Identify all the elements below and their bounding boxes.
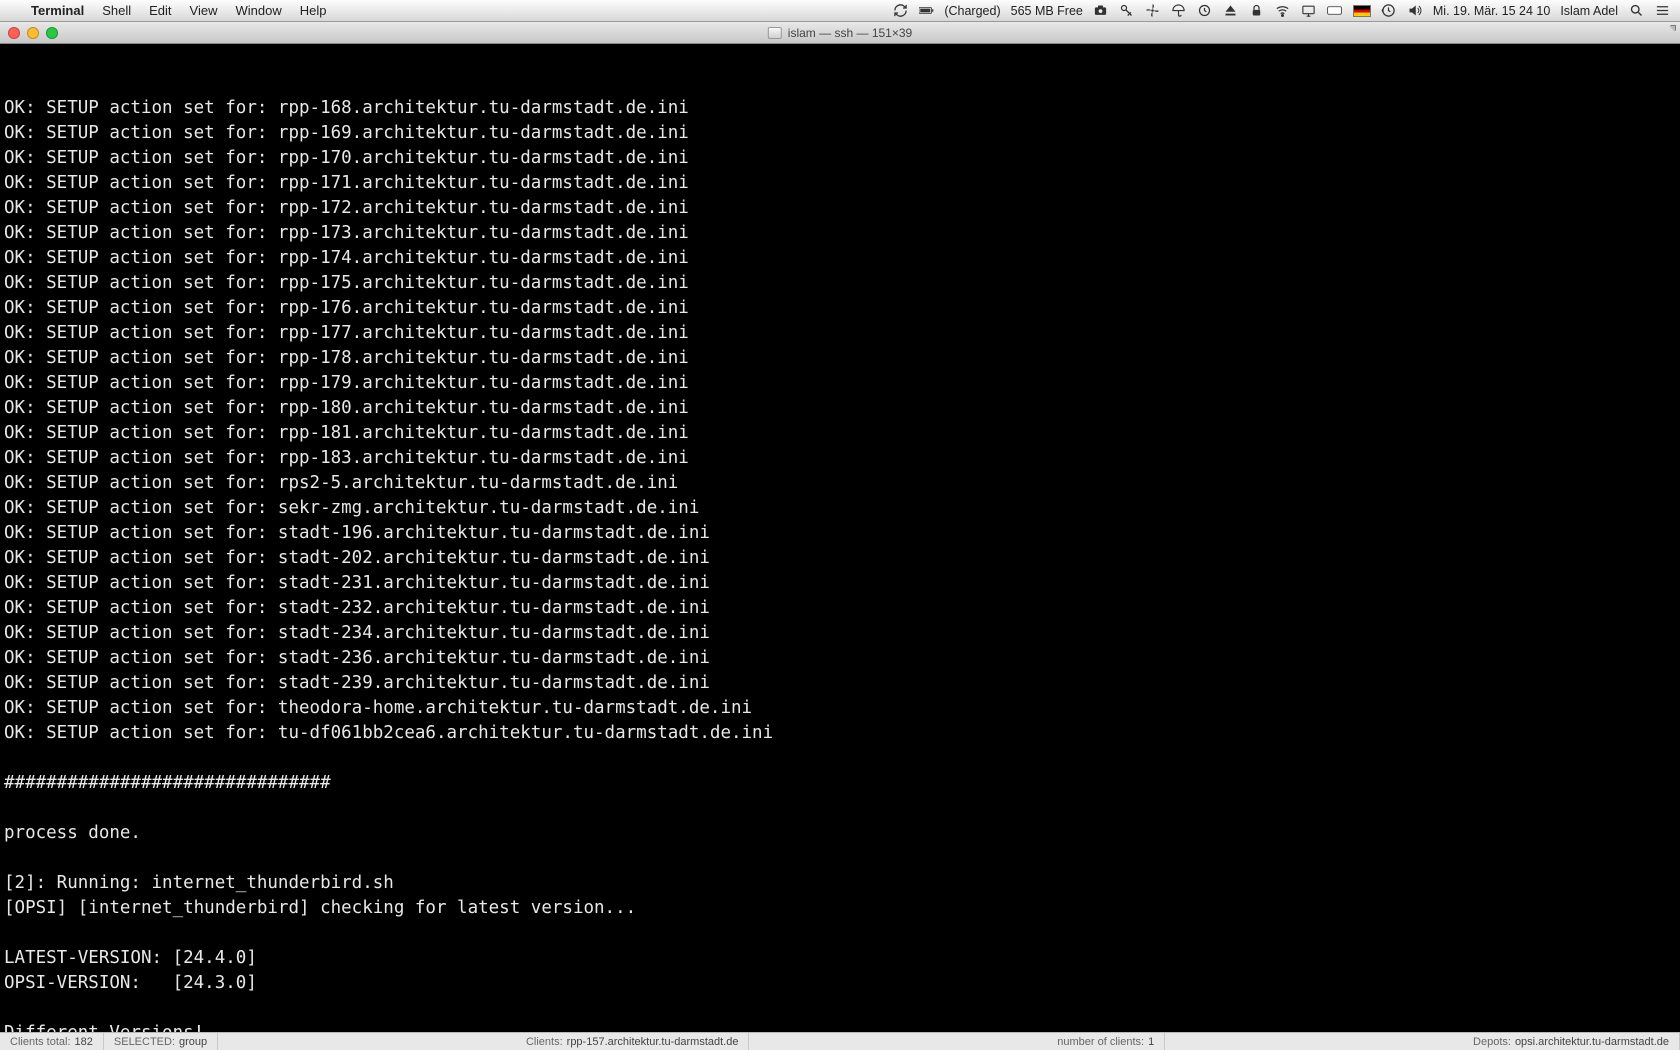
terminal-output-line: OK: SETUP action set for: tu-df061bb2cea… — [4, 721, 1676, 746]
terminal-latest-version: LATEST-VERSION: [24.4.0] — [4, 946, 1676, 971]
status-label: Clients total: — [10, 1036, 71, 1048]
menubar-right: (Charged) 565 MB Free Mi. 19. Mär. 15 24… — [892, 3, 1672, 19]
terminal-output-setup: OK: SETUP action set for: rpp-168.archit… — [4, 96, 1676, 746]
terminal-output-line: OK: SETUP action set for: rpp-176.archit… — [4, 296, 1676, 321]
window-title: islam — ssh — 151×39 — [768, 26, 912, 40]
terminal-output-line: OK: SETUP action set for: rpp-168.archit… — [4, 96, 1676, 121]
timemachine-icon[interactable] — [1381, 3, 1397, 19]
status-value: 1 — [1148, 1036, 1154, 1048]
mem-free-text[interactable]: 565 MB Free — [1011, 4, 1083, 18]
terminal-output-line: OK: SETUP action set for: rpp-178.archit… — [4, 346, 1676, 371]
traffic-lights — [0, 27, 58, 39]
refresh-icon[interactable] — [1197, 3, 1213, 19]
menu-edit[interactable]: Edit — [140, 0, 180, 22]
background-status-bar: Clients total: 182 SELECTED: group Clien… — [0, 1032, 1680, 1050]
lock-icon[interactable] — [1249, 3, 1265, 19]
eject-icon[interactable] — [1223, 3, 1239, 19]
menu-view[interactable]: View — [181, 0, 227, 22]
zoom-button[interactable] — [46, 27, 58, 39]
terminal-blank-line — [4, 746, 1676, 771]
terminal-blank-line — [4, 921, 1676, 946]
fan-icon[interactable] — [1145, 3, 1161, 19]
terminal-checking-line: [OPSI] [internet_thunderbird] checking f… — [4, 896, 1676, 921]
proxy-icon[interactable] — [768, 27, 782, 39]
terminal-output-line: OK: SETUP action set for: rpp-181.archit… — [4, 421, 1676, 446]
terminal-divider: ############################### — [4, 771, 1676, 796]
status-label: SELECTED: — [114, 1036, 175, 1048]
key-icon[interactable] — [1119, 3, 1135, 19]
menu-window[interactable]: Window — [227, 0, 291, 22]
terminal-output-line: OK: SETUP action set for: rpp-173.archit… — [4, 221, 1676, 246]
clock-text[interactable]: Mi. 19. Mär. 15 24 10 — [1433, 4, 1550, 18]
volume-icon[interactable] — [1407, 3, 1423, 19]
window-titlebar[interactable]: islam — ssh — 151×39 — [0, 22, 1680, 44]
terminal-blank-line — [4, 996, 1676, 1021]
minimize-button[interactable] — [27, 27, 39, 39]
terminal-process-done: process done. — [4, 821, 1676, 846]
notification-center-icon[interactable] — [1654, 3, 1670, 19]
status-label: Clients: — [526, 1036, 563, 1048]
terminal-output-line: OK: SETUP action set for: theodora-home.… — [4, 696, 1676, 721]
terminal-output-line: OK: SETUP action set for: rpp-175.archit… — [4, 271, 1676, 296]
terminal-output-line: OK: SETUP action set for: rpp-171.archit… — [4, 171, 1676, 196]
status-label: Depots: — [1473, 1036, 1511, 1048]
status-value: 182 — [75, 1036, 93, 1048]
terminal-output-line: OK: SETUP action set for: stadt-236.arch… — [4, 646, 1676, 671]
terminal-output-line: OK: SETUP action set for: rpp-172.archit… — [4, 196, 1676, 221]
close-button[interactable] — [8, 27, 20, 39]
status-label: number of clients: — [1057, 1036, 1144, 1048]
terminal-output-line: OK: SETUP action set for: stadt-196.arch… — [4, 521, 1676, 546]
umbrella-icon[interactable] — [1171, 3, 1187, 19]
terminal-blank-line — [4, 846, 1676, 871]
spotlight-icon[interactable] — [1628, 3, 1644, 19]
apple-menu[interactable] — [8, 0, 22, 22]
terminal-blank-line — [4, 796, 1676, 821]
wifi-icon[interactable] — [1275, 3, 1291, 19]
status-value: opsi.architektur.tu-darmstadt.de — [1515, 1036, 1669, 1048]
terminal-output-line: OK: SETUP action set for: rpp-177.archit… — [4, 321, 1676, 346]
menu-help[interactable]: Help — [291, 0, 336, 22]
terminal-output-line: OK: SETUP action set for: stadt-202.arch… — [4, 546, 1676, 571]
sync-icon[interactable] — [892, 3, 908, 19]
status-value: group — [179, 1036, 207, 1048]
user-name[interactable]: Islam Adel — [1560, 4, 1618, 18]
terminal-output-line: OK: SETUP action set for: rpp-180.archit… — [4, 396, 1676, 421]
camera-icon[interactable] — [1093, 3, 1109, 19]
terminal-output-line: OK: SETUP action set for: rpp-179.archit… — [4, 371, 1676, 396]
terminal-output-line: OK: SETUP action set for: stadt-234.arch… — [4, 621, 1676, 646]
battery-text: (Charged) — [944, 4, 1000, 18]
battery-icon[interactable] — [918, 3, 934, 19]
status-clients-total: Clients total: 182 — [0, 1033, 104, 1050]
terminal-output-line: OK: SETUP action set for: rps2-5.archite… — [4, 471, 1676, 496]
input-source-flag-de[interactable] — [1353, 5, 1371, 17]
terminal-output-line: OK: SETUP action set for: sekr-zmg.archi… — [4, 496, 1676, 521]
terminal-output-line: OK: SETUP action set for: rpp-174.archit… — [4, 246, 1676, 271]
menubar-left: Terminal Shell Edit View Window Help — [8, 0, 336, 22]
terminal-output-line: OK: SETUP action set for: stadt-232.arch… — [4, 596, 1676, 621]
menu-shell[interactable]: Shell — [93, 0, 140, 22]
app-menu[interactable]: Terminal — [22, 0, 93, 22]
terminal-output-line: OK: SETUP action set for: rpp-183.archit… — [4, 446, 1676, 471]
fullscreen-button[interactable] — [1662, 25, 1676, 39]
status-clients: Clients: rpp-157.architektur.tu-darmstad… — [516, 1033, 750, 1050]
status-depots: Depots: opsi.architektur.tu-darmstadt.de — [1463, 1033, 1680, 1050]
terminal-running-line: [2]: Running: internet_thunderbird.sh — [4, 871, 1676, 896]
status-selected: SELECTED: group — [104, 1033, 218, 1050]
terminal-opsi-version: OPSI-VERSION: [24.3.0] — [4, 971, 1676, 996]
window-title-text: islam — ssh — 151×39 — [788, 26, 912, 40]
display-icon[interactable] — [1301, 3, 1317, 19]
keyboard-icon[interactable] — [1327, 3, 1343, 19]
terminal-output-line: OK: SETUP action set for: rpp-169.archit… — [4, 121, 1676, 146]
terminal-output-line: OK: SETUP action set for: stadt-239.arch… — [4, 671, 1676, 696]
status-num-clients: number of clients: 1 — [1047, 1033, 1165, 1050]
menubar: Terminal Shell Edit View Window Help (Ch… — [0, 0, 1680, 22]
terminal-output-line: OK: SETUP action set for: stadt-231.arch… — [4, 571, 1676, 596]
terminal-output-line: OK: SETUP action set for: rpp-170.archit… — [4, 146, 1676, 171]
status-value: rpp-157.architektur.tu-darmstadt.de — [567, 1036, 739, 1048]
terminal-diff-versions: Different Versions! — [4, 1021, 1676, 1032]
terminal-viewport[interactable]: OK: SETUP action set for: rpp-168.archit… — [0, 44, 1680, 1032]
